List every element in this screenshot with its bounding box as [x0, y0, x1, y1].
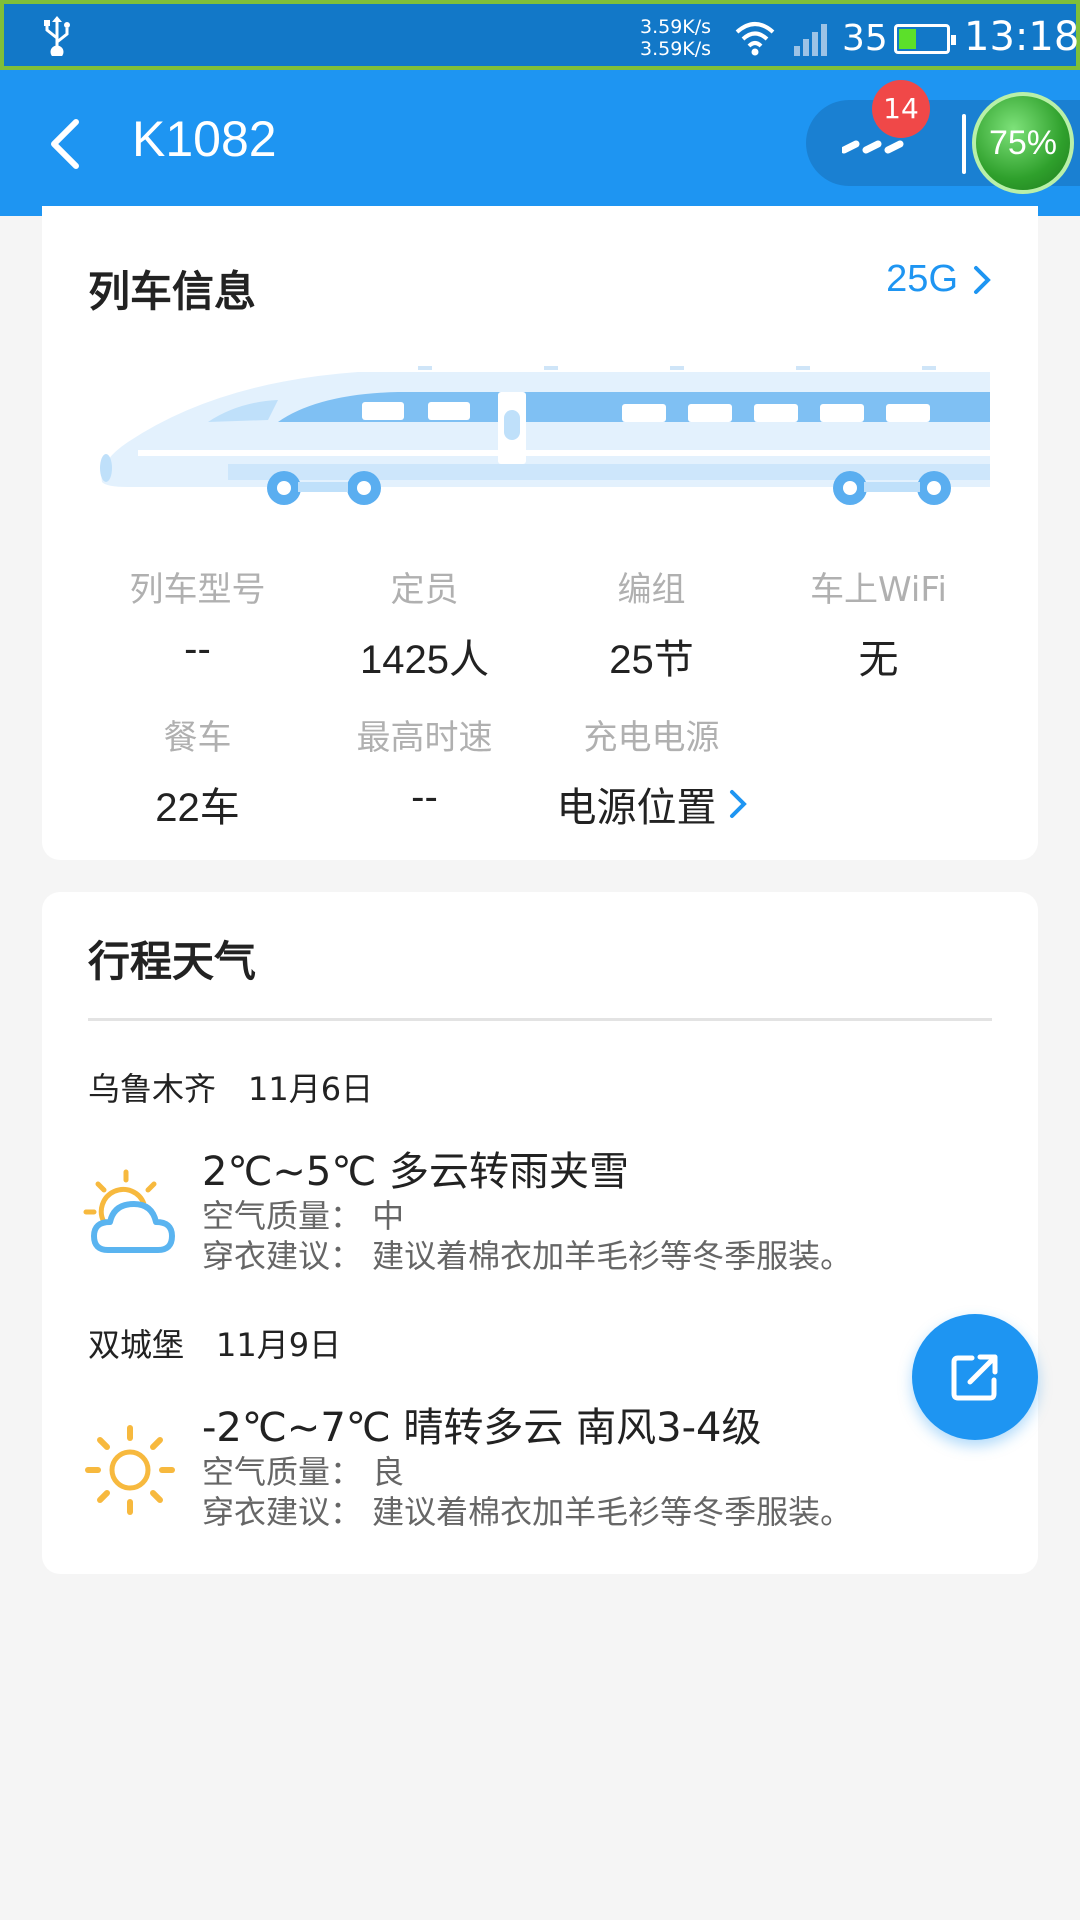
info-value: 1425人: [360, 638, 489, 682]
trip-weather-title: 行程天气: [88, 937, 257, 986]
info-label: 车上WiFi: [810, 570, 947, 610]
chevron-right-icon: [974, 265, 991, 294]
info-capacity: 定员 1425人: [311, 562, 538, 685]
cell-signal-icon: [794, 24, 827, 56]
info-dining-car: 餐车 22车: [84, 710, 311, 833]
upload-speed: 3.59K/s: [640, 16, 712, 38]
weather-summary: -2℃~7℃ 晴转多云 南风3-4级: [202, 1405, 762, 1451]
train-illustration: [100, 366, 990, 505]
info-wifi: 车上WiFi 无: [765, 562, 992, 685]
boost-button[interactable]: 75%: [972, 92, 1074, 194]
divider: [88, 1018, 992, 1021]
info-model: 列车型号 --: [84, 562, 311, 672]
weather-stop-details: 2℃~5℃ 多云转雨夹雪 空气质量： 中 穿衣建议： 建议着棉衣加羊毛衫等冬季服…: [202, 1148, 852, 1276]
clothing-advice: 穿衣建议： 建议着棉衣加羊毛衫等冬季服装。: [202, 1237, 853, 1275]
info-label: 列车型号: [129, 570, 266, 610]
train-model-link[interactable]: 25G: [886, 258, 992, 301]
train-model-label: 25G: [886, 258, 958, 300]
power-location-label: 电源位置: [556, 786, 717, 830]
weather-stop-details: -2℃~7℃ 晴转多云 南风3-4级 空气质量： 良 穿衣建议： 建议着棉衣加羊…: [202, 1404, 852, 1532]
info-label: 充电电源: [583, 718, 720, 758]
page-title: K1082: [132, 111, 277, 167]
wifi-icon: [735, 22, 775, 56]
weather-summary: 2℃~5℃ 多云转雨夹雪: [202, 1149, 629, 1195]
usb-icon: [44, 16, 70, 56]
app-header: K1082 14 75%: [0, 70, 1080, 216]
clock: 13:18: [964, 14, 1080, 60]
info-max-speed: 最高时速 --: [311, 710, 538, 820]
download-speed: 3.59K/s: [640, 38, 712, 60]
info-value: 22车: [155, 786, 240, 830]
info-label: 最高时速: [356, 718, 493, 758]
notification-badge: 14: [872, 80, 930, 138]
back-arrow-icon[interactable]: [40, 114, 100, 174]
train-info-title: 列车信息: [88, 267, 257, 316]
sunny-icon: [85, 1425, 175, 1515]
battery-icon: [894, 24, 956, 54]
battery-fill: [899, 29, 916, 49]
chevron-right-icon: [729, 790, 747, 818]
pill-divider: [962, 114, 966, 174]
signal-value: 35: [842, 18, 888, 59]
weather-stop-city-date: 双城堡 11月9日: [88, 1326, 342, 1364]
more-icon[interactable]: [842, 140, 906, 154]
clothing-advice: 穿衣建议： 建议着棉衣加羊毛衫等冬季服装。: [202, 1493, 853, 1531]
network-speed: 3.59K/s 3.59K/s: [640, 16, 711, 60]
weather-stop-city-date: 乌鲁木齐 11月6日: [88, 1070, 374, 1108]
power-location-link[interactable]: 电源位置: [538, 775, 765, 833]
share-button[interactable]: [912, 1314, 1038, 1440]
info-value: 25节: [609, 638, 694, 682]
air-quality: 空气质量： 良: [202, 1453, 405, 1491]
info-value: --: [411, 775, 438, 819]
info-label: 定员: [390, 570, 459, 610]
info-formation: 编组 25节: [538, 562, 765, 685]
train-info-card: 列车信息 25G 列车型号 -- 定员 1425人 编组 25节 车上WiFi …: [42, 206, 1038, 860]
status-bar: 3.59K/s 3.59K/s 35 13:18: [0, 0, 1080, 70]
share-icon: [951, 1354, 998, 1401]
info-value: --: [184, 627, 211, 671]
info-label: 餐车: [163, 718, 232, 758]
air-quality: 空气质量： 中: [202, 1197, 405, 1235]
info-value: 无: [858, 638, 899, 682]
trip-weather-card: 行程天气 乌鲁木齐 11月6日 2℃~5℃ 多云转雨夹雪 空气质量： 中 穿衣建…: [42, 892, 1038, 1574]
info-power: 充电电源 电源位置: [538, 710, 765, 833]
info-label: 编组: [617, 570, 686, 610]
partly-cloudy-icon: [83, 1169, 175, 1253]
